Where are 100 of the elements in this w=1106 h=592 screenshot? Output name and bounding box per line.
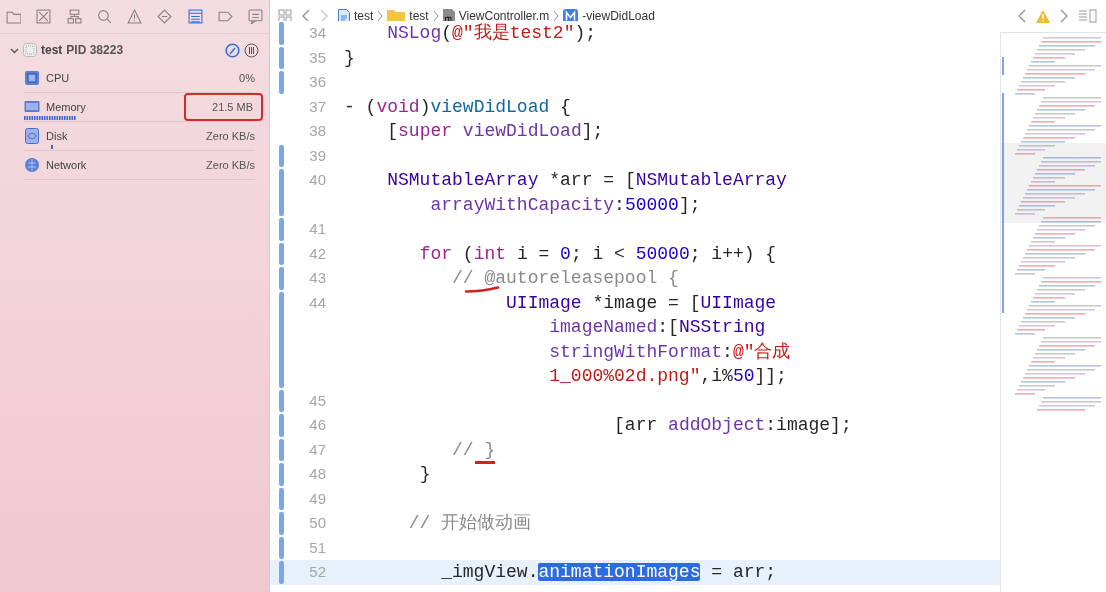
code-token: ];	[581, 122, 604, 141]
warning-icon[interactable]	[1036, 9, 1050, 23]
code-token: NSMutableArray	[387, 171, 539, 190]
code-token: 50000	[624, 195, 679, 214]
debug-icon[interactable]	[187, 9, 203, 24]
code-token: [	[387, 122, 399, 141]
line-number: 34	[308, 23, 326, 43]
line-number: 41	[308, 219, 326, 239]
back-icon[interactable]	[302, 9, 310, 23]
code-token: imageNamed	[549, 318, 658, 337]
next-issue-icon[interactable]	[1060, 9, 1068, 23]
gauge-label[interactable]: Memory	[46, 98, 86, 116]
path-separator-icon	[553, 10, 560, 22]
code-token: :	[614, 195, 625, 214]
line-number: 49	[308, 488, 326, 509]
line-number: 46	[308, 415, 326, 435]
code-comment: // 开始做动画	[408, 514, 532, 533]
gauge-value: 0%	[239, 70, 255, 86]
code-token: NSString	[678, 318, 766, 337]
process-name: test	[41, 42, 63, 59]
line-number: 47	[308, 439, 326, 460]
search-icon[interactable]	[96, 9, 112, 24]
code-comment: // @autoreleasepool {	[452, 269, 679, 288]
code-token: :[	[657, 318, 679, 337]
code-token: {	[560, 97, 571, 116]
breadcrumb-item[interactable]: test	[354, 7, 374, 25]
code-comment: // }	[452, 440, 496, 459]
app-icon	[23, 43, 37, 57]
gauge-value: 21.5 MB	[184, 92, 263, 122]
code-token: *arr = [	[549, 171, 636, 190]
breakpoint-icon[interactable]	[217, 9, 233, 24]
code-token: super	[398, 122, 453, 141]
path-separator-icon	[432, 10, 439, 22]
code-token: = arr;	[711, 563, 777, 582]
code-token: int	[473, 244, 507, 263]
hierarchy-icon[interactable]	[66, 9, 82, 24]
code-token: @"我是test2"	[452, 24, 575, 43]
threads-icon[interactable]	[244, 42, 259, 58]
line-number: 48	[308, 464, 326, 484]
code-token: 50	[732, 367, 755, 386]
minimap-drawing[interactable]	[1000, 33, 1106, 592]
line-number: 36	[308, 72, 326, 92]
line-number: 43	[308, 268, 326, 288]
code-token: viewDidLoad	[430, 97, 550, 116]
code-token: void	[376, 97, 420, 116]
annotation-mark	[475, 461, 495, 464]
line-number: 35	[308, 47, 326, 68]
line-number: 40	[308, 170, 326, 190]
code-token: ; i++) {	[689, 244, 777, 263]
usage-graph	[50, 145, 53, 149]
annotation-mark	[464, 286, 500, 293]
grid-icon[interactable]	[278, 9, 292, 23]
gauge-icon[interactable]	[225, 42, 240, 58]
code-token: arrayWithCapacity	[430, 195, 615, 214]
gauge-value: Zero KB/s	[206, 157, 255, 173]
code-token: viewDidLoad	[462, 122, 582, 141]
line-number: 51	[308, 537, 326, 558]
code-token: :	[722, 342, 733, 361]
code-token: stringWithFormat	[549, 342, 723, 361]
gauge-label[interactable]: CPU	[46, 69, 70, 87]
code-token: _imgView.	[441, 563, 539, 582]
line-number: 44	[308, 292, 326, 313]
folder-icon[interactable]	[6, 9, 21, 24]
code-token: 1_000%02d.png"	[549, 367, 701, 386]
code-token: ]];	[754, 367, 787, 386]
code-token: (	[441, 24, 453, 43]
report-icon[interactable]	[248, 9, 263, 24]
code-token: )	[419, 97, 431, 116]
process-id: PID 38223	[66, 42, 124, 59]
path-separator-icon	[377, 10, 384, 22]
code-token: ];	[678, 195, 701, 214]
line-number: 45	[308, 390, 326, 411]
code-token: }	[419, 465, 431, 484]
warning-icon[interactable]	[127, 9, 142, 24]
line-number: 38	[308, 121, 326, 141]
code-token: for	[419, 244, 453, 263]
gauge-value: Zero KB/s	[206, 128, 255, 144]
line-number: 50	[308, 513, 326, 533]
test-icon[interactable]	[157, 9, 173, 24]
code-token: NSLog	[387, 24, 442, 43]
globe-icon	[24, 157, 40, 173]
breadcrumb-item[interactable]: -viewDidLoad	[582, 7, 655, 25]
source-control-icon[interactable]	[36, 9, 52, 24]
code-token: 0	[560, 244, 571, 263]
chip-icon	[24, 70, 40, 86]
code-token: [arr	[614, 416, 658, 435]
code-token: UIImage	[506, 293, 582, 312]
line-number: 37	[308, 96, 326, 117]
forward-icon[interactable]	[320, 9, 328, 23]
previous-issue-icon[interactable]	[1018, 9, 1026, 23]
code-token: @"合成	[732, 342, 791, 361]
gauge-label[interactable]: Network	[46, 156, 87, 174]
code-token: 50000	[635, 244, 690, 263]
breadcrumb-item[interactable]: test	[409, 7, 429, 25]
code-token: i =	[516, 244, 551, 263]
code-token: *image = [	[592, 293, 701, 312]
code-token: NSMutableArray	[635, 171, 787, 190]
editor-options-icon[interactable]	[1078, 9, 1098, 23]
code-token: addObject	[668, 416, 766, 435]
gauge-label[interactable]: Disk	[46, 127, 68, 145]
